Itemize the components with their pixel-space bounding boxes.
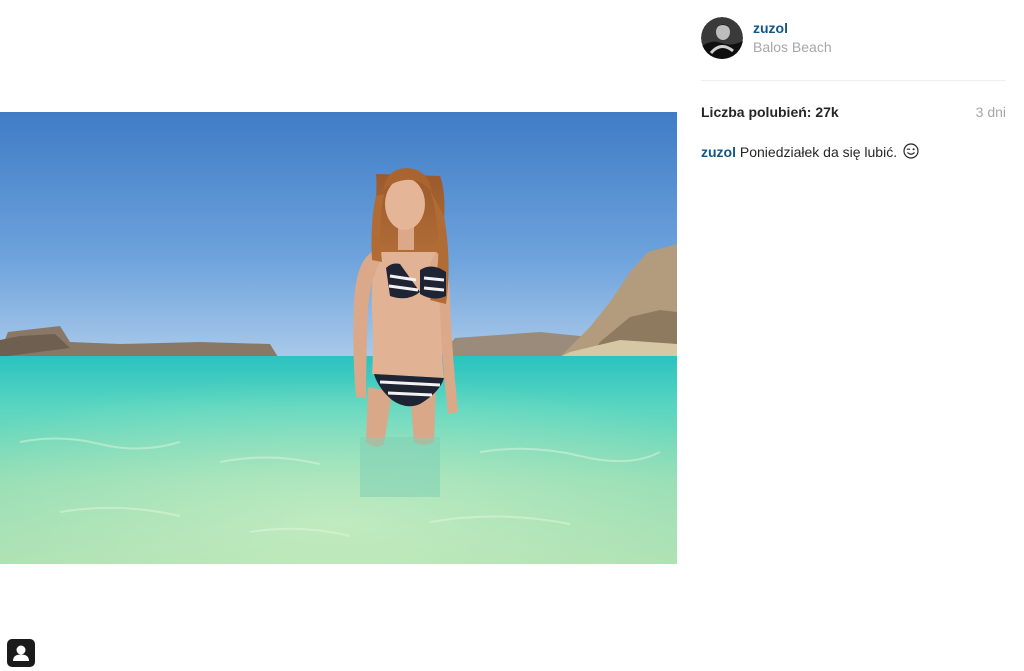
avatar-image <box>701 17 743 59</box>
caption-text: Poniedziałek da się lubić. <box>739 144 898 160</box>
user-tag-button[interactable] <box>7 639 35 667</box>
author-text: zuzol Balos Beach <box>753 19 832 57</box>
post-stats: Liczba polubień: 27k 3 dni <box>701 103 1006 121</box>
location-link[interactable]: Balos Beach <box>753 38 832 57</box>
post-timestamp[interactable]: 3 dni <box>976 104 1006 120</box>
post-photo[interactable] <box>0 112 677 564</box>
author-username-link[interactable]: zuzol <box>753 19 832 38</box>
post-page: zuzol Balos Beach Liczba polubień: 27k 3… <box>0 0 1024 671</box>
post-caption: zuzol Poniedziałek da się lubić. <box>701 143 1006 163</box>
wink-emoji-icon <box>903 143 919 163</box>
likes-count[interactable]: Liczba polubień: 27k <box>701 104 839 120</box>
post-author-header: zuzol Balos Beach <box>701 16 1006 60</box>
author-avatar[interactable] <box>701 17 743 59</box>
caption-username-link[interactable]: zuzol <box>701 144 736 160</box>
header-divider <box>701 80 1006 81</box>
beach-photo-image <box>0 112 677 564</box>
user-tag-icon <box>13 645 29 661</box>
post-sidebar: zuzol Balos Beach Liczba polubień: 27k 3… <box>701 16 1006 163</box>
